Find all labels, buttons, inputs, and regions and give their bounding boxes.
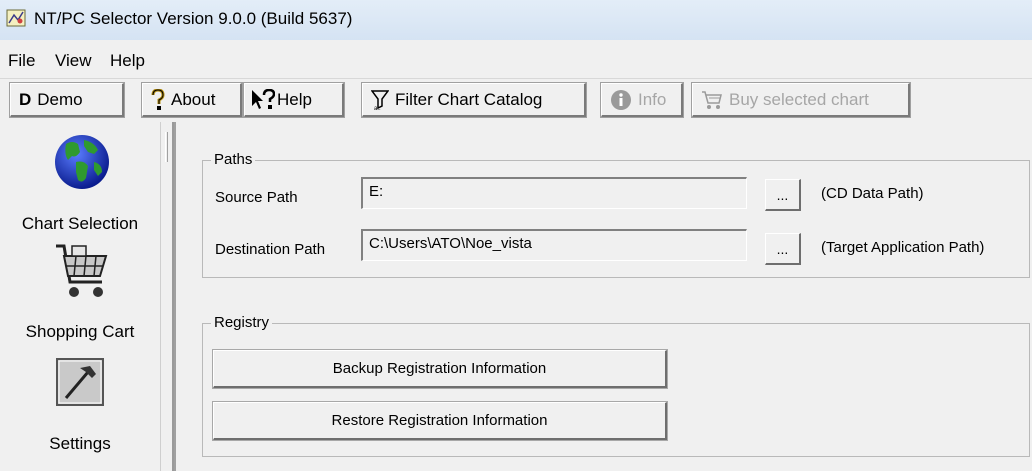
title-bar: NT/PC Selector Version 9.0.0 (Build 5637… <box>0 0 1032 40</box>
app-icon <box>6 9 26 27</box>
buy-selected-chart-button[interactable]: Buy selected chart <box>691 82 911 118</box>
info-icon <box>611 89 631 110</box>
about-label: About <box>171 89 216 109</box>
filter-funnel-icon: a.. <box>371 89 389 111</box>
sidebar-item-chart-selection[interactable]: Chart Selection <box>0 130 160 238</box>
menu-file[interactable]: File <box>8 51 35 71</box>
info-label: Info <box>638 89 667 109</box>
destination-browse-button[interactable]: ... <box>765 233 801 265</box>
menu-view[interactable]: View <box>55 51 92 71</box>
menu-bar: File View Help <box>0 40 1032 78</box>
shopping-cart-icon <box>702 90 722 109</box>
toolbar: D Demo About Help a.. Filter Chart Catal… <box>0 78 1032 122</box>
svg-text:a..: a.. <box>374 106 381 111</box>
help-button[interactable]: Help <box>243 82 345 118</box>
globe-icon <box>55 135 109 189</box>
restore-registration-button[interactable]: Restore Registration Information <box>212 401 668 441</box>
sidebar-item-label: Shopping Cart <box>25 322 135 341</box>
filter-label: Filter Chart Catalog <box>395 89 543 109</box>
hammer-tool-icon <box>56 358 104 406</box>
filter-chart-catalog-button[interactable]: a.. Filter Chart Catalog <box>361 82 587 118</box>
info-button[interactable]: Info <box>600 82 684 118</box>
buy-label: Buy selected chart <box>729 89 869 109</box>
demo-label: Demo <box>37 89 83 109</box>
destination-path-hint: (Target Application Path) <box>821 239 985 256</box>
sidebar: Chart Selection Shopping Cart Settings <box>0 122 160 471</box>
sidebar-item-settings[interactable]: Settings <box>0 358 160 466</box>
help-arrow-icon <box>252 88 275 109</box>
demo-button[interactable]: D Demo <box>9 82 125 118</box>
paths-groupbox: Paths Source Path E: ... (CD Data Path) … <box>202 151 1030 278</box>
source-browse-button[interactable]: ... <box>765 179 801 211</box>
source-path-input[interactable]: E: <box>361 177 747 209</box>
question-mark-icon <box>151 88 165 110</box>
shopping-cart-icon <box>56 244 108 297</box>
panel-splitter[interactable] <box>160 122 174 471</box>
demo-icon: D <box>19 89 32 109</box>
registry-legend: Registry <box>211 314 273 331</box>
settings-panel: Paths Source Path E: ... (CD Data Path) … <box>174 122 1032 471</box>
sidebar-item-label: Chart Selection <box>21 214 139 233</box>
backup-registration-button[interactable]: Backup Registration Information <box>212 349 668 389</box>
source-path-label: Source Path <box>215 189 298 206</box>
menu-help[interactable]: Help <box>110 51 145 71</box>
registry-groupbox: Registry Backup Registration Information… <box>202 314 1030 457</box>
window-title: NT/PC Selector Version 9.0.0 (Build 5637… <box>34 9 353 28</box>
destination-path-label: Destination Path <box>215 241 326 258</box>
about-button[interactable]: About <box>141 82 243 118</box>
splitter-grip[interactable] <box>165 132 168 162</box>
source-path-hint: (CD Data Path) <box>821 185 924 202</box>
sidebar-item-label: Settings <box>49 434 111 453</box>
help-label: Help <box>277 89 312 109</box>
destination-path-input[interactable]: C:\Users\ATO\Noe_vista <box>361 229 747 261</box>
paths-legend: Paths <box>211 151 256 168</box>
sidebar-item-shopping-cart[interactable]: Shopping Cart <box>0 242 160 346</box>
